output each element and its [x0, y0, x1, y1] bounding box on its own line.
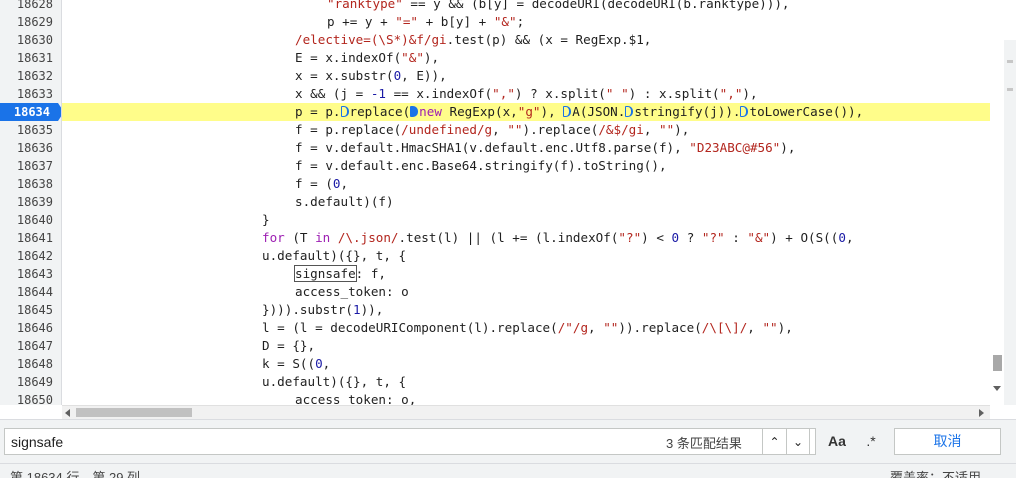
line-number[interactable]: 18642 — [0, 247, 61, 265]
line-number[interactable]: 18648 — [0, 355, 61, 373]
line-number[interactable]: 18628 — [0, 0, 61, 13]
code-line[interactable]: E = x.indexOf("&"), — [62, 49, 439, 67]
line-number[interactable]: 18641 — [0, 229, 61, 247]
inline-breakpoint-marker[interactable] — [625, 106, 634, 117]
scroll-down-arrow-icon[interactable] — [993, 386, 1001, 391]
paused-execution-line[interactable]: p = p. replace(new RegExp(x,"g"), A(JSON.… — [62, 103, 990, 121]
chevron-down-icon: ⌄ — [792, 435, 804, 449]
code-line[interactable]: x = x.substr(0, E)), — [62, 67, 447, 85]
chevron-up-icon: ⌃ — [769, 435, 780, 449]
code-line[interactable]: p += y + "=" + b[y] + "&"; — [62, 13, 524, 31]
code-line[interactable]: access_token: o — [62, 283, 409, 301]
line-number[interactable]: 18635 — [0, 121, 61, 139]
match-marker — [1007, 88, 1013, 91]
horizontal-scrollbar[interactable] — [62, 405, 990, 419]
code-line[interactable]: f = v.default.HmacSHA1(v.default.enc.Utf… — [62, 139, 795, 157]
code-line[interactable]: } — [62, 211, 270, 229]
code-line[interactable]: signsafe: f, — [62, 265, 386, 283]
inline-breakpoint-marker[interactable] — [563, 106, 572, 117]
code-line[interactable]: f = v.default.enc.Base64.stringify(f).to… — [62, 157, 667, 175]
match-count: 3 条匹配结果 — [666, 436, 742, 451]
code-area[interactable]: "ranktype" == y && (b[y] = decodeURI(dec… — [62, 0, 990, 405]
cancel-button[interactable]: 取消 — [894, 428, 1001, 455]
line-number[interactable]: 18643 — [0, 265, 61, 283]
coverage-status[interactable]: 覆盖率：不适用 — [890, 467, 981, 478]
horizontal-scroll-thumb[interactable] — [76, 408, 192, 417]
line-number[interactable]: 18630 — [0, 31, 61, 49]
code-line[interactable]: k = S((0, — [62, 355, 330, 373]
active-inline-breakpoint-marker[interactable] — [410, 106, 419, 117]
line-number[interactable]: 18638 — [0, 175, 61, 193]
match-case-toggle[interactable]: Aa — [823, 428, 851, 455]
code-line[interactable]: f = (0, — [62, 175, 348, 193]
code-line[interactable]: u.default)({}, t, { — [62, 373, 406, 391]
line-number[interactable]: 18631 — [0, 49, 61, 67]
search-bar: 3 条匹配结果 ⌃ ⌄ Aa .* 取消 — [0, 419, 1016, 463]
scroll-left-arrow-icon[interactable] — [65, 409, 70, 417]
code-line[interactable]: /elective=(\S*)&f/gi.test(p) && (x = Reg… — [62, 31, 651, 49]
regex-toggle[interactable]: .* — [858, 428, 884, 455]
inline-breakpoint-marker[interactable] — [340, 106, 349, 117]
code-line[interactable]: }))).substr(1)), — [62, 301, 383, 319]
line-number[interactable]: 18649 — [0, 373, 61, 391]
line-number[interactable]: 18639 — [0, 193, 61, 211]
code-line[interactable]: s.default)(f) — [62, 193, 394, 211]
line-number[interactable]: 18633 — [0, 85, 61, 103]
line-number-gutter[interactable]: 18628 18629 18630 18631 18632 18633 1863… — [0, 0, 62, 405]
line-number[interactable]: 18637 — [0, 157, 61, 175]
line-number[interactable]: 18636 — [0, 139, 61, 157]
vertical-scrollbar[interactable] — [990, 0, 1004, 405]
previous-match-button[interactable]: ⌃ — [762, 428, 786, 455]
source-editor[interactable]: 18628 18629 18630 18631 18632 18633 1863… — [0, 0, 1016, 405]
code-line[interactable]: l = (l = decodeURIComponent(l).replace(/… — [62, 319, 793, 337]
line-number[interactable]: 18645 — [0, 301, 61, 319]
code-line[interactable]: x && (j = -1 == x.indexOf(",") ? x.split… — [62, 85, 758, 103]
inline-breakpoint-marker[interactable] — [740, 106, 749, 117]
match-marker — [1007, 60, 1013, 63]
line-number[interactable]: 18629 — [0, 13, 61, 31]
search-match-highlight: signsafe — [294, 265, 357, 282]
line-number[interactable]: 18646 — [0, 319, 61, 337]
code-line[interactable]: for (T in /\.json/.test(l) || (l += (l.i… — [62, 229, 854, 247]
active-breakpoint-line-number[interactable]: 18634 — [0, 103, 61, 121]
vertical-scroll-thumb[interactable] — [993, 355, 1002, 371]
code-line[interactable]: f = p.replace(/undefined/g, "").replace(… — [62, 121, 689, 139]
search-result-overview-ruler[interactable] — [1004, 40, 1016, 405]
cursor-position: 第 18634 行，第 29 列 — [10, 470, 141, 478]
next-match-button[interactable]: ⌄ — [786, 428, 810, 455]
line-number[interactable]: 18644 — [0, 283, 61, 301]
code-line[interactable]: D = {}, — [62, 337, 315, 355]
status-bar: 第 18634 行，第 29 列 覆盖率：不适用 — [0, 463, 1016, 478]
line-number[interactable]: 18632 — [0, 67, 61, 85]
code-line[interactable]: access_token: o, — [62, 391, 416, 405]
line-number[interactable]: 18640 — [0, 211, 61, 229]
line-number[interactable]: 18647 — [0, 337, 61, 355]
line-number[interactable]: 18650 — [0, 391, 61, 405]
code-line[interactable]: u.default)({}, t, { — [62, 247, 406, 265]
scroll-right-arrow-icon[interactable] — [979, 409, 984, 417]
code-line[interactable]: "ranktype" == y && (b[y] = decodeURI(dec… — [62, 0, 790, 13]
